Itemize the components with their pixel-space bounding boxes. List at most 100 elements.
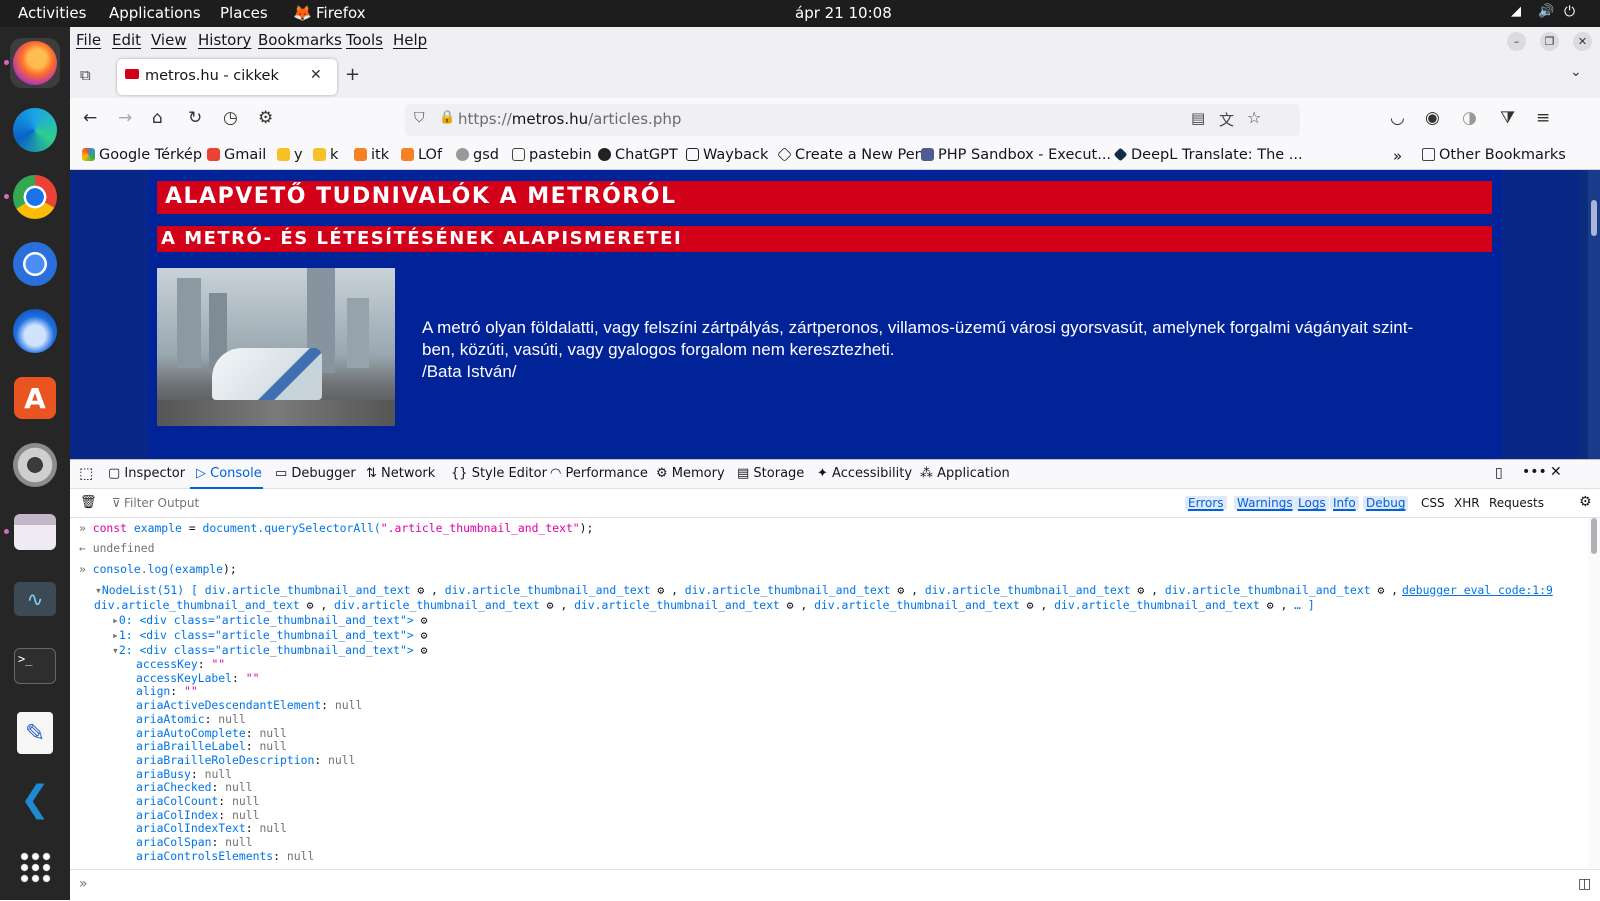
menu-edit[interactable]: Edit bbox=[112, 31, 141, 49]
filter-errors[interactable]: Errors bbox=[1185, 496, 1227, 510]
console-input[interactable]: » ◫ bbox=[70, 869, 1600, 901]
bookmark-google-terkep[interactable]: Google Térkép bbox=[82, 147, 202, 163]
clear-console-trash-icon[interactable]: 🗑 bbox=[80, 495, 97, 510]
activities-button[interactable]: Activities bbox=[18, 4, 86, 22]
tab-inspector[interactable]: ▢ Inspector bbox=[108, 466, 185, 481]
dock-vscode[interactable]: ❮ bbox=[10, 775, 60, 825]
nodelist-item[interactable]: div.article_thumbnail_and_text bbox=[1054, 598, 1260, 612]
bookmark-gmail[interactable]: Gmail bbox=[207, 147, 266, 163]
new-tab-icon[interactable]: + bbox=[345, 64, 360, 85]
nodelist-item[interactable]: div.article_thumbnail_and_text bbox=[814, 598, 1020, 612]
filter-logs[interactable]: Logs bbox=[1295, 496, 1329, 510]
menu-bookmarks[interactable]: Bookmarks bbox=[258, 31, 342, 49]
home-icon[interactable]: ⌂ bbox=[152, 108, 163, 128]
filter-xhr[interactable]: XHR bbox=[1454, 496, 1480, 510]
pick-element-icon[interactable]: ⬚ bbox=[79, 464, 93, 482]
menu-file[interactable]: File bbox=[76, 31, 101, 49]
dock-show-apps[interactable] bbox=[10, 842, 60, 892]
lock-icon[interactable]: 🔒 bbox=[439, 110, 455, 125]
bookmark-lof[interactable]: LOf bbox=[401, 147, 442, 163]
bookmark-itk[interactable]: itk bbox=[354, 147, 389, 163]
forward-icon[interactable]: → bbox=[118, 108, 132, 128]
inspect-node-icon[interactable]: ⚙ bbox=[651, 583, 672, 597]
console-scrollbar[interactable] bbox=[1588, 518, 1600, 868]
other-bookmarks[interactable]: Other Bookmarks bbox=[1422, 147, 1566, 163]
extension-icon[interactable]: ◑ bbox=[1462, 108, 1477, 128]
dock-app-center[interactable]: A bbox=[10, 373, 60, 423]
tab-performance[interactable]: ◠ Performance bbox=[550, 466, 648, 481]
wifi-icon[interactable]: ◢ bbox=[1511, 4, 1521, 19]
dock-firefox[interactable] bbox=[4, 38, 60, 88]
inspect-node-icon[interactable]: ⚙ bbox=[421, 613, 428, 627]
minimize-icon[interactable]: – bbox=[1507, 32, 1526, 51]
scrollbar-thumb[interactable] bbox=[1591, 518, 1597, 554]
nodelist-summary-line-1[interactable]: ▾NodeList(51) [ div.article_thumbnail_an… bbox=[95, 583, 1405, 597]
inspect-node-icon[interactable]: ⚙ bbox=[540, 598, 561, 612]
tab-style-editor[interactable]: {} Style Editor bbox=[451, 466, 547, 481]
tab-accessibility[interactable]: ✦ Accessibility bbox=[817, 466, 912, 481]
filter-output-input[interactable] bbox=[124, 494, 424, 512]
applications-menu[interactable]: Applications bbox=[109, 4, 201, 22]
extensions-puzzle-icon[interactable]: ⧩ bbox=[1500, 108, 1515, 128]
nodelist-item[interactable]: div.article_thumbnail_and_text bbox=[925, 583, 1131, 597]
settings-gear-icon[interactable]: ⚙ bbox=[258, 108, 273, 128]
dock-chromium[interactable] bbox=[10, 239, 60, 289]
menu-history[interactable]: History bbox=[198, 31, 251, 49]
bookmark-wayback[interactable]: Wayback bbox=[686, 147, 768, 163]
power-icon[interactable]: ⏻ bbox=[1564, 4, 1575, 20]
tab-console[interactable]: ▷ Console bbox=[196, 466, 262, 481]
active-app-menu[interactable]: Firefox bbox=[316, 4, 366, 22]
filter-css[interactable]: CSS bbox=[1421, 496, 1445, 510]
menu-help[interactable]: Help bbox=[393, 31, 427, 49]
inspect-node-icon[interactable]: ⚙ bbox=[780, 598, 801, 612]
expand-triangle-icon[interactable]: ▾ bbox=[95, 583, 102, 597]
nodelist-item[interactable]: div.article_thumbnail_and_text bbox=[445, 583, 651, 597]
nodelist-item[interactable]: div.article_thumbnail_and_text bbox=[334, 598, 540, 612]
reader-view-icon[interactable]: ▤ bbox=[1191, 109, 1205, 127]
bookmark-deepl[interactable]: DeepL Translate: The ... bbox=[1113, 147, 1303, 163]
account-icon[interactable]: ◉ bbox=[1425, 108, 1440, 128]
places-menu[interactable]: Places bbox=[220, 4, 268, 22]
bookmark-pastebin[interactable]: pastebin bbox=[512, 147, 592, 163]
more-bookmarks-chevron-icon[interactable]: » bbox=[1393, 147, 1402, 165]
tab-debugger[interactable]: ▭ Debugger bbox=[275, 466, 356, 481]
close-tab-icon[interactable]: ✕ bbox=[310, 67, 322, 83]
nodelist-entry[interactable]: ▸0: <div class="article_thumbnail_and_te… bbox=[112, 613, 427, 627]
nodelist-entry[interactable]: ▾2: <div class="article_thumbnail_and_te… bbox=[112, 643, 427, 657]
firefox-view-icon[interactable]: ⧉ bbox=[80, 66, 91, 84]
menu-tools[interactable]: Tools bbox=[346, 31, 383, 49]
dock-files[interactable] bbox=[4, 507, 60, 557]
translate-icon[interactable]: 文 bbox=[1219, 109, 1234, 130]
editor-mode-icon[interactable]: ◫ bbox=[1578, 876, 1591, 892]
more-options-icon[interactable]: ••• bbox=[1522, 464, 1547, 480]
back-icon[interactable]: ← bbox=[83, 108, 97, 128]
inspect-node-icon[interactable]: ⚙ bbox=[1131, 583, 1152, 597]
filter-info[interactable]: Info bbox=[1330, 496, 1359, 510]
bookmark-gsd[interactable]: gsd bbox=[456, 147, 499, 163]
inspect-node-icon[interactable]: ⚙ bbox=[300, 598, 321, 612]
tab-network[interactable]: ⇅ Network bbox=[366, 466, 435, 481]
nodelist-item[interactable]: div.article_thumbnail_and_text bbox=[1165, 583, 1371, 597]
filter-requests[interactable]: Requests bbox=[1489, 496, 1544, 510]
nodelist-item[interactable]: div.article_thumbnail_and_text bbox=[685, 583, 891, 597]
filter-warnings[interactable]: Warnings bbox=[1234, 496, 1296, 510]
page-scrollbar[interactable] bbox=[1588, 170, 1600, 459]
bookmark-y[interactable]: y bbox=[277, 147, 303, 163]
dock-thunderbird[interactable] bbox=[10, 306, 60, 356]
dock-system-monitor[interactable]: ∿ bbox=[10, 574, 60, 624]
source-link[interactable]: debugger eval code:1:9 bbox=[1402, 583, 1553, 597]
responsive-design-icon[interactable]: ▯ bbox=[1495, 465, 1503, 481]
list-all-tabs-icon[interactable]: ⌄ bbox=[1570, 64, 1582, 80]
inspect-node-icon[interactable]: ⚙ bbox=[1020, 598, 1041, 612]
nodelist-item[interactable]: div.article_thumbnail_and_text bbox=[94, 598, 300, 612]
volume-icon[interactable]: 🔊 bbox=[1538, 4, 1554, 19]
close-devtools-icon[interactable]: ✕ bbox=[1550, 464, 1562, 480]
nodelist-entry[interactable]: ▸1: <div class="article_thumbnail_and_te… bbox=[112, 628, 427, 642]
inspect-node-icon[interactable]: ⚙ bbox=[891, 583, 912, 597]
filter-debug[interactable]: Debug bbox=[1363, 496, 1409, 510]
url-bar[interactable]: ⛉ 🔒 https://metros.hu/articles.php ▤ 文 ☆ bbox=[405, 104, 1300, 136]
close-window-icon[interactable]: ✕ bbox=[1573, 32, 1592, 51]
inspect-node-icon[interactable]: ⚙ bbox=[1260, 598, 1281, 612]
console-settings-gear-icon[interactable]: ⚙ bbox=[1579, 494, 1592, 510]
bookmark-codepen[interactable]: Create a New Pen bbox=[777, 147, 924, 163]
